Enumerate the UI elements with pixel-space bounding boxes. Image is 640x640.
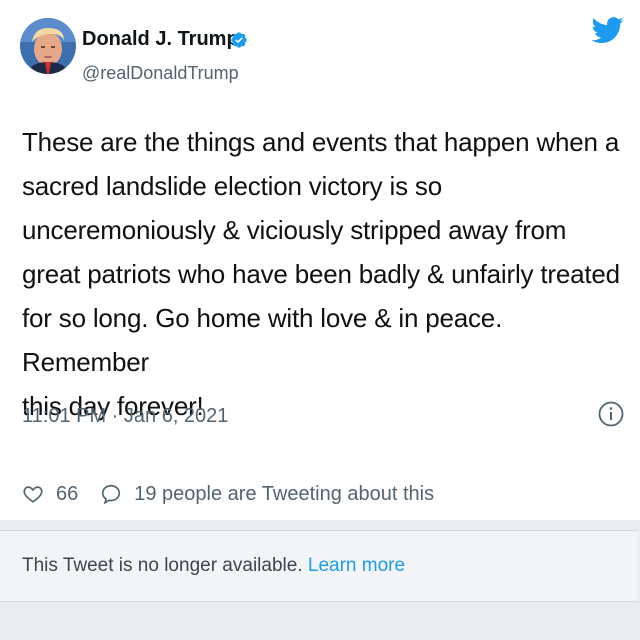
user-handle[interactable]: @realDonaldTrump: [82, 62, 239, 84]
tweet-actions: 66 19 people are Tweeting about this: [22, 480, 434, 508]
unavailable-message-row: This Tweet is no longer available. Learn…: [22, 554, 405, 578]
tweet-timestamp[interactable]: 11:01 PM · Jan 6, 2021: [22, 403, 228, 429]
tweet-text-line: great patriots who have been badly & unf…: [22, 259, 620, 289]
avatar[interactable]: [20, 18, 76, 74]
tweet-text-line: These are the things and events that hap…: [22, 127, 620, 157]
unavailable-message: This Tweet is no longer available.: [22, 555, 303, 576]
verified-badge-icon: [231, 32, 247, 48]
tweet-text-line: sacred landslide election victory is so: [22, 171, 442, 201]
conversation-link[interactable]: 19 people are Tweeting about this: [134, 483, 434, 506]
heart-icon[interactable]: [22, 483, 44, 505]
like-count: 66: [56, 482, 79, 505]
tweet-text-line: unceremoniously & viciously stripped awa…: [22, 215, 567, 245]
tweet-unavailable-notice: This Tweet is no longer available. Learn…: [0, 530, 638, 602]
display-name[interactable]: Donald J. Trump: [82, 27, 239, 51]
reply-icon[interactable]: [100, 483, 122, 505]
tweet-card: Donald J. Trump @realDonaldTrump These a…: [0, 0, 640, 520]
tweet-text-line: for so long. Go home with love & in peac…: [22, 303, 503, 377]
tweet-text: These are the things and events that hap…: [22, 120, 626, 428]
twitter-logo-icon[interactable]: [592, 14, 624, 46]
learn-more-link[interactable]: Learn more: [308, 555, 405, 576]
info-icon[interactable]: [598, 401, 624, 427]
